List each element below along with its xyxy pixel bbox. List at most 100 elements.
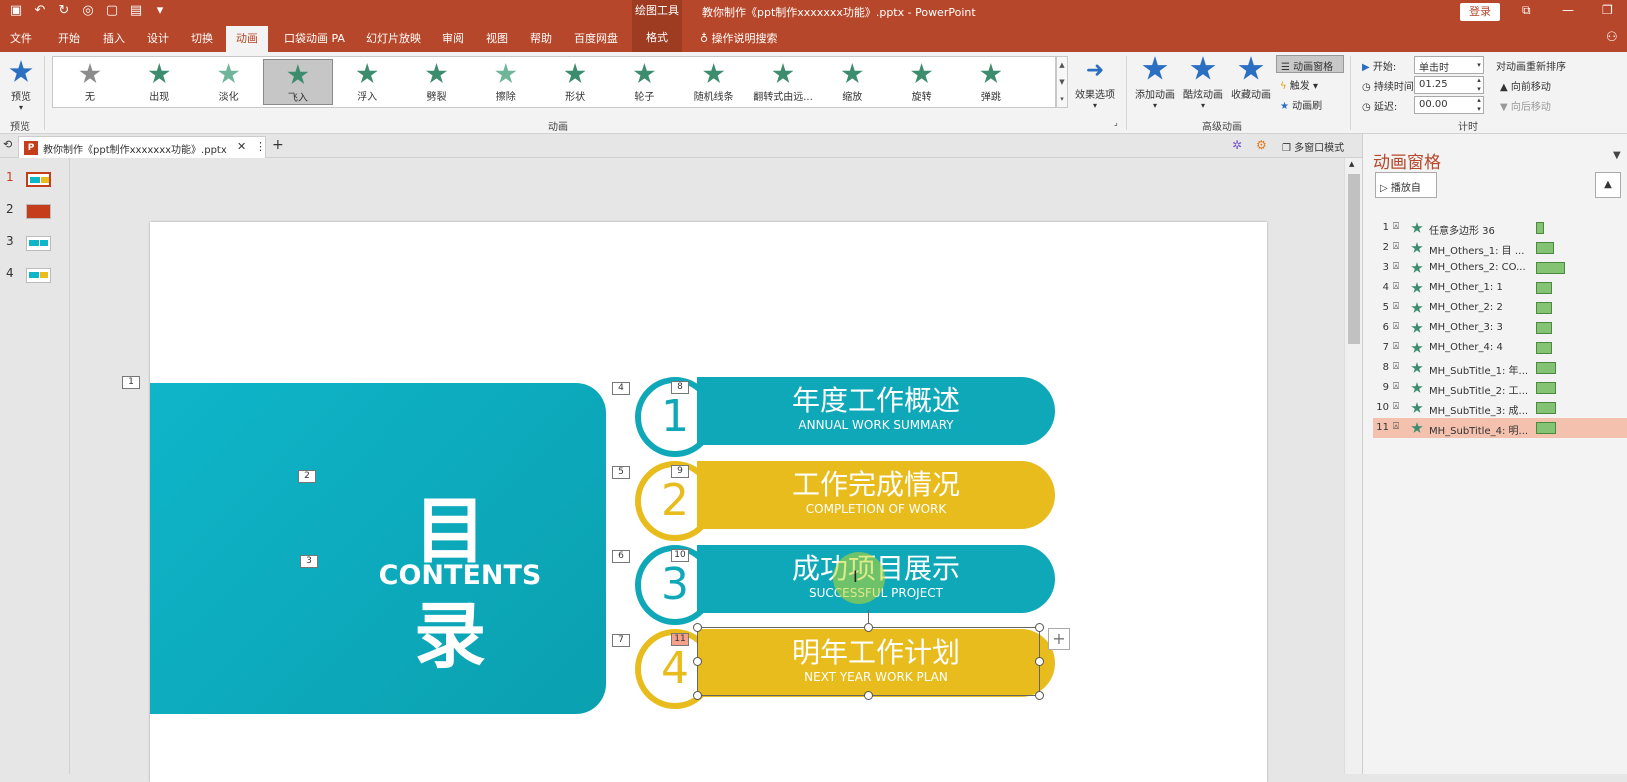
trigger-button[interactable]: ϟ 触发 ▾ bbox=[1280, 77, 1318, 92]
slide-thumb-2[interactable] bbox=[26, 204, 51, 219]
tell-me-search[interactable]: ♁ 操作说明搜索 bbox=[700, 30, 778, 46]
animation-list-item[interactable]: 3 ⍓ MH_Others_2: CO... bbox=[1373, 258, 1627, 278]
multi-window-button[interactable]: ❐ 多窗口模式 bbox=[1282, 139, 1344, 154]
resize-handle[interactable] bbox=[864, 623, 873, 632]
delay-spinner[interactable]: ▴ ▾ bbox=[1474, 96, 1484, 114]
animation-option[interactable]: 缩放 bbox=[817, 59, 887, 105]
timeline-bar[interactable] bbox=[1536, 262, 1565, 274]
timeline-bar[interactable] bbox=[1536, 422, 1556, 434]
tab-view[interactable]: 视图 bbox=[486, 30, 508, 46]
toc-item-bar[interactable]: 年度工作概述 ANNUAL WORK SUMMARY bbox=[697, 377, 1055, 445]
tab-baidu-netdisk[interactable]: 百度网盘 bbox=[574, 30, 618, 46]
move-earlier-button[interactable]: ▲ 向前移动 bbox=[1500, 78, 1551, 93]
chevron-down-icon[interactable]: ▼ bbox=[1613, 150, 1621, 161]
customize-qat-icon[interactable]: ▾ bbox=[152, 3, 168, 18]
scroll-thumb[interactable] bbox=[1348, 174, 1360, 344]
animation-option[interactable]: 翻转式由远... bbox=[748, 59, 818, 105]
animation-list-item[interactable]: 11 ⍓ MH_SubTitle_4: 明... bbox=[1373, 418, 1627, 438]
gear-icon[interactable]: ⚙ bbox=[1256, 138, 1267, 152]
selection-box[interactable] bbox=[697, 627, 1040, 696]
effect-options-button[interactable]: ➜ 效果选项 ▾ bbox=[1072, 56, 1118, 110]
animation-list-item[interactable]: 9 ⍓ MH_SubTitle_2: 工... bbox=[1373, 378, 1627, 398]
resize-handle[interactable] bbox=[1035, 691, 1044, 700]
play-from-button[interactable]: ▷ 播放自 bbox=[1375, 172, 1437, 198]
add-tab-icon[interactable]: + bbox=[272, 137, 284, 153]
undo-icon[interactable]: ↶ bbox=[32, 3, 48, 18]
minimize-icon[interactable]: — bbox=[1562, 3, 1574, 17]
slide-thumb-3[interactable] bbox=[26, 236, 51, 251]
tab-transitions[interactable]: 切换 bbox=[191, 30, 213, 46]
timeline-bar[interactable] bbox=[1536, 362, 1556, 374]
add-animation-button[interactable]: 添加动画 ▾ bbox=[1130, 56, 1180, 110]
animation-list-item[interactable]: 6 ⍓ MH_Other_3: 3 bbox=[1373, 318, 1627, 338]
animation-option[interactable]: 淡化 bbox=[194, 59, 264, 105]
tab-pocket-animation[interactable]: 口袋动画 PA bbox=[284, 30, 345, 46]
toc-item-bar[interactable]: 工作完成情况 COMPLETION OF WORK bbox=[697, 461, 1055, 529]
magic-icon[interactable]: ✲ bbox=[1232, 138, 1242, 152]
slide-thumb-1[interactable] bbox=[26, 172, 51, 187]
timeline-bar[interactable] bbox=[1536, 322, 1553, 334]
gallery-more-icon[interactable]: ▾ bbox=[1057, 91, 1067, 108]
tab-slideshow[interactable]: 幻灯片放映 bbox=[366, 30, 421, 46]
animation-option[interactable]: 飞入 bbox=[262, 59, 333, 105]
resize-handle[interactable] bbox=[1035, 657, 1044, 666]
restore-icon[interactable]: ❐ bbox=[1602, 3, 1613, 17]
favorite-animation-button[interactable]: 收藏动画 bbox=[1226, 56, 1276, 101]
timeline-bar[interactable] bbox=[1536, 402, 1556, 414]
gallery-up-icon[interactable]: ▲ bbox=[1057, 57, 1067, 74]
animation-option[interactable]: 擦除 bbox=[471, 59, 541, 105]
ribbon-display-icon[interactable]: ⧉ bbox=[1522, 3, 1531, 18]
duration-spinner[interactable]: ▴ ▾ bbox=[1474, 76, 1484, 94]
slide-thumb-4[interactable] bbox=[26, 268, 51, 283]
tab-home[interactable]: 开始 bbox=[58, 30, 80, 46]
move-later-button[interactable]: ▼ 向后移动 bbox=[1500, 98, 1551, 113]
timeline-bar[interactable] bbox=[1536, 382, 1556, 394]
timeline-bar[interactable] bbox=[1536, 302, 1553, 314]
animation-option[interactable]: 旋转 bbox=[887, 59, 957, 105]
resize-handle[interactable] bbox=[1035, 623, 1044, 632]
tab-design[interactable]: 设计 bbox=[147, 30, 169, 46]
animation-option[interactable]: 浮入 bbox=[332, 59, 402, 105]
animation-list-item[interactable]: 1 ⍓ 任意多边形 36 bbox=[1373, 218, 1627, 238]
slide[interactable]: 目 录 CONTENTS 1 年度工作概述 ANNUAL WORK SUMMARY 4… bbox=[122, 222, 1267, 782]
chevron-down-icon[interactable]: ▾ bbox=[1474, 56, 1484, 74]
cool-animation-button[interactable]: 酷炫动画 ▾ bbox=[1178, 56, 1228, 110]
scroll-up-icon[interactable]: ▲ bbox=[1349, 160, 1354, 168]
new-file-icon[interactable]: ▢ bbox=[104, 3, 120, 18]
add-element-icon[interactable]: + bbox=[1048, 628, 1070, 650]
animation-list-item[interactable]: 5 ⍓ MH_Other_2: 2 bbox=[1373, 298, 1627, 318]
animation-list-item[interactable]: 2 ⍓ MH_Others_1: 目 ... bbox=[1373, 238, 1627, 258]
account-icon[interactable]: ⚇ bbox=[1606, 30, 1618, 45]
resize-handle[interactable] bbox=[693, 691, 702, 700]
preview-button[interactable]: 预览 ▾ bbox=[4, 56, 38, 112]
tab-help[interactable]: 帮助 bbox=[530, 30, 552, 46]
timeline-bar[interactable] bbox=[1536, 222, 1544, 234]
animation-option[interactable]: 出现 bbox=[124, 59, 194, 105]
vertical-scrollbar[interactable]: ▲ bbox=[1344, 158, 1362, 774]
gallery-down-icon[interactable]: ▼ bbox=[1057, 74, 1067, 91]
present-icon[interactable]: ◎ bbox=[80, 3, 96, 18]
timeline-bar[interactable] bbox=[1536, 282, 1553, 294]
resize-handle[interactable] bbox=[864, 691, 873, 700]
more-icon[interactable]: ⋮ bbox=[255, 140, 266, 153]
save-icon[interactable]: ▣ bbox=[8, 3, 24, 18]
tab-list-icon[interactable]: ⟲ bbox=[3, 138, 12, 151]
tab-review[interactable]: 审阅 bbox=[442, 30, 464, 46]
resize-handle[interactable] bbox=[693, 657, 702, 666]
tab-animations[interactable]: 动画 bbox=[226, 26, 268, 52]
animation-painter-button[interactable]: ★ 动画刷 bbox=[1280, 97, 1322, 112]
animation-pane-toggle[interactable]: ☰ 动画窗格 bbox=[1276, 55, 1344, 73]
gallery-scroll[interactable]: ▲ ▼ ▾ bbox=[1056, 56, 1068, 108]
timeline-bar[interactable] bbox=[1536, 342, 1553, 354]
contents-subtitle[interactable]: CONTENTS bbox=[360, 560, 560, 591]
animation-list-item[interactable]: 7 ⍓ MH_Other_4: 4 bbox=[1373, 338, 1627, 358]
redo-icon[interactable]: ↻ bbox=[56, 3, 72, 18]
animation-option[interactable]: 随机线条 bbox=[679, 59, 749, 105]
tab-file[interactable]: 文件 bbox=[10, 30, 32, 46]
tab-insert[interactable]: 插入 bbox=[103, 30, 125, 46]
animation-list-item[interactable]: 4 ⍓ MH_Other_1: 1 bbox=[1373, 278, 1627, 298]
animation-list-item[interactable]: 10 ⍓ MH_SubTitle_3: 成... bbox=[1373, 398, 1627, 418]
timeline-bar[interactable] bbox=[1536, 242, 1554, 254]
dialog-launcher-icon[interactable]: ⌟ bbox=[1114, 118, 1118, 127]
move-up-icon[interactable]: ▲ bbox=[1595, 172, 1621, 198]
